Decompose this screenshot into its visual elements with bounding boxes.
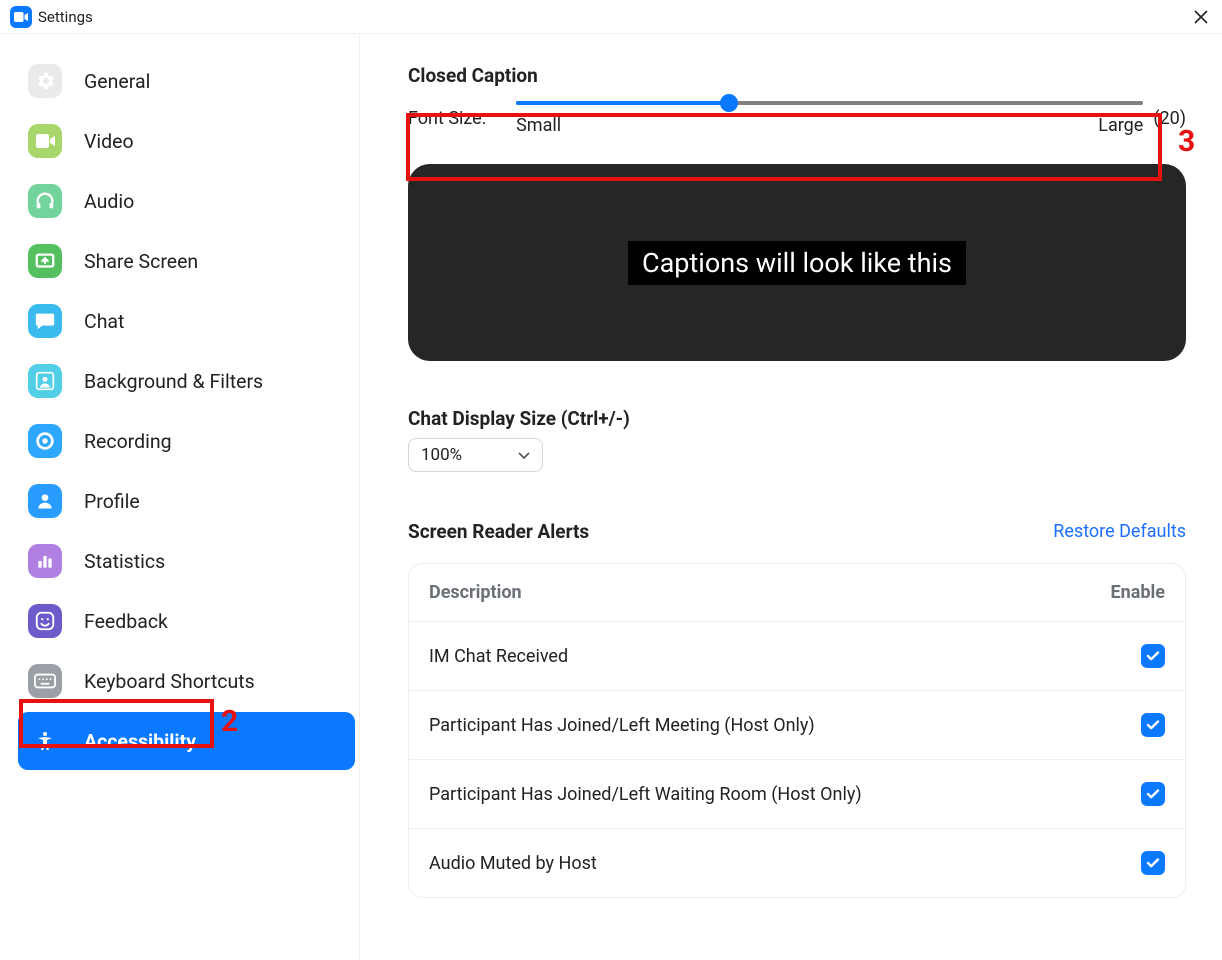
- chat-display-size-value: 100%: [421, 445, 462, 465]
- gear-icon: [28, 64, 62, 98]
- sidebar-item-background-filters[interactable]: Background & Filters: [18, 352, 355, 410]
- record-icon: [28, 424, 62, 458]
- screen-reader-alerts-heading: Screen Reader Alerts: [408, 520, 589, 543]
- person-frame-icon: [28, 364, 62, 398]
- titlebar: Settings: [0, 0, 1222, 34]
- sidebar-item-audio[interactable]: Audio: [18, 172, 355, 230]
- closed-caption-heading: Closed Caption: [408, 64, 1186, 87]
- table-row: IM Chat Received: [409, 622, 1185, 691]
- sidebar-item-label: Feedback: [84, 610, 168, 633]
- sidebar-item-label: Keyboard Shortcuts: [84, 670, 255, 693]
- sidebar: General Video Audio Share Screen Chat Ba…: [0, 34, 360, 960]
- chat-display-size-heading: Chat Display Size (Ctrl+/-): [408, 407, 1186, 430]
- table-row: Participant Has Joined/Left Waiting Room…: [409, 760, 1185, 829]
- sidebar-item-label: Audio: [84, 190, 134, 213]
- alert-description: IM Chat Received: [429, 646, 1141, 667]
- restore-defaults-link[interactable]: Restore Defaults: [1053, 521, 1186, 542]
- window-title: Settings: [38, 8, 93, 26]
- video-icon: [28, 124, 62, 158]
- sidebar-item-label: Profile: [84, 490, 140, 513]
- alert-description: Audio Muted by Host: [429, 853, 1141, 874]
- profile-icon: [28, 484, 62, 518]
- bar-chart-icon: [28, 544, 62, 578]
- sidebar-item-label: General: [84, 70, 150, 93]
- column-description: Description: [429, 582, 1111, 603]
- enable-checkbox[interactable]: [1141, 713, 1165, 737]
- sidebar-item-label: Statistics: [84, 550, 165, 573]
- sidebar-item-video[interactable]: Video: [18, 112, 355, 170]
- close-button[interactable]: [1190, 6, 1212, 28]
- sidebar-item-feedback[interactable]: Feedback: [18, 592, 355, 650]
- annotation-label-3: 3: [1178, 124, 1195, 159]
- sidebar-item-chat[interactable]: Chat: [18, 292, 355, 350]
- caption-preview-text: Captions will look like this: [628, 241, 966, 285]
- share-screen-icon: [28, 244, 62, 278]
- sidebar-item-profile[interactable]: Profile: [18, 472, 355, 530]
- sidebar-item-label: Video: [84, 130, 134, 153]
- sidebar-item-label: Background & Filters: [84, 370, 263, 393]
- enable-checkbox[interactable]: [1141, 782, 1165, 806]
- alert-description: Participant Has Joined/Left Meeting (Hos…: [429, 715, 1141, 736]
- annotation-label-2: 2: [221, 704, 238, 739]
- enable-checkbox[interactable]: [1141, 644, 1165, 668]
- table-row: Audio Muted by Host: [409, 829, 1185, 897]
- enable-checkbox[interactable]: [1141, 851, 1165, 875]
- sidebar-item-share-screen[interactable]: Share Screen: [18, 232, 355, 290]
- zoom-logo-icon: [10, 6, 32, 28]
- chat-icon: [28, 304, 62, 338]
- chat-display-size-select[interactable]: 100%: [408, 438, 543, 472]
- column-enable: Enable: [1111, 582, 1165, 603]
- sidebar-item-label: Share Screen: [84, 250, 198, 273]
- keyboard-icon: [28, 664, 62, 698]
- alerts-table: Description Enable IM Chat Received Parti…: [408, 563, 1186, 898]
- smiley-icon: [28, 604, 62, 638]
- table-row: Participant Has Joined/Left Meeting (Hos…: [409, 691, 1185, 760]
- annotation-highlight-2: [19, 699, 214, 748]
- slider-thumb[interactable]: [720, 94, 738, 112]
- caption-preview: Captions will look like this: [408, 164, 1186, 361]
- sidebar-item-label: Chat: [84, 310, 124, 333]
- font-size-slider[interactable]: [516, 101, 1143, 105]
- headphones-icon: [28, 184, 62, 218]
- sidebar-item-statistics[interactable]: Statistics: [18, 532, 355, 590]
- table-scrollbar[interactable]: [1185, 608, 1186, 674]
- sidebar-item-general[interactable]: General: [18, 52, 355, 110]
- annotation-highlight-3: [406, 113, 1162, 181]
- alert-description: Participant Has Joined/Left Waiting Room…: [429, 784, 1141, 805]
- sidebar-item-recording[interactable]: Recording: [18, 412, 355, 470]
- chevron-down-icon: [518, 445, 530, 465]
- sidebar-item-label: Recording: [84, 430, 172, 453]
